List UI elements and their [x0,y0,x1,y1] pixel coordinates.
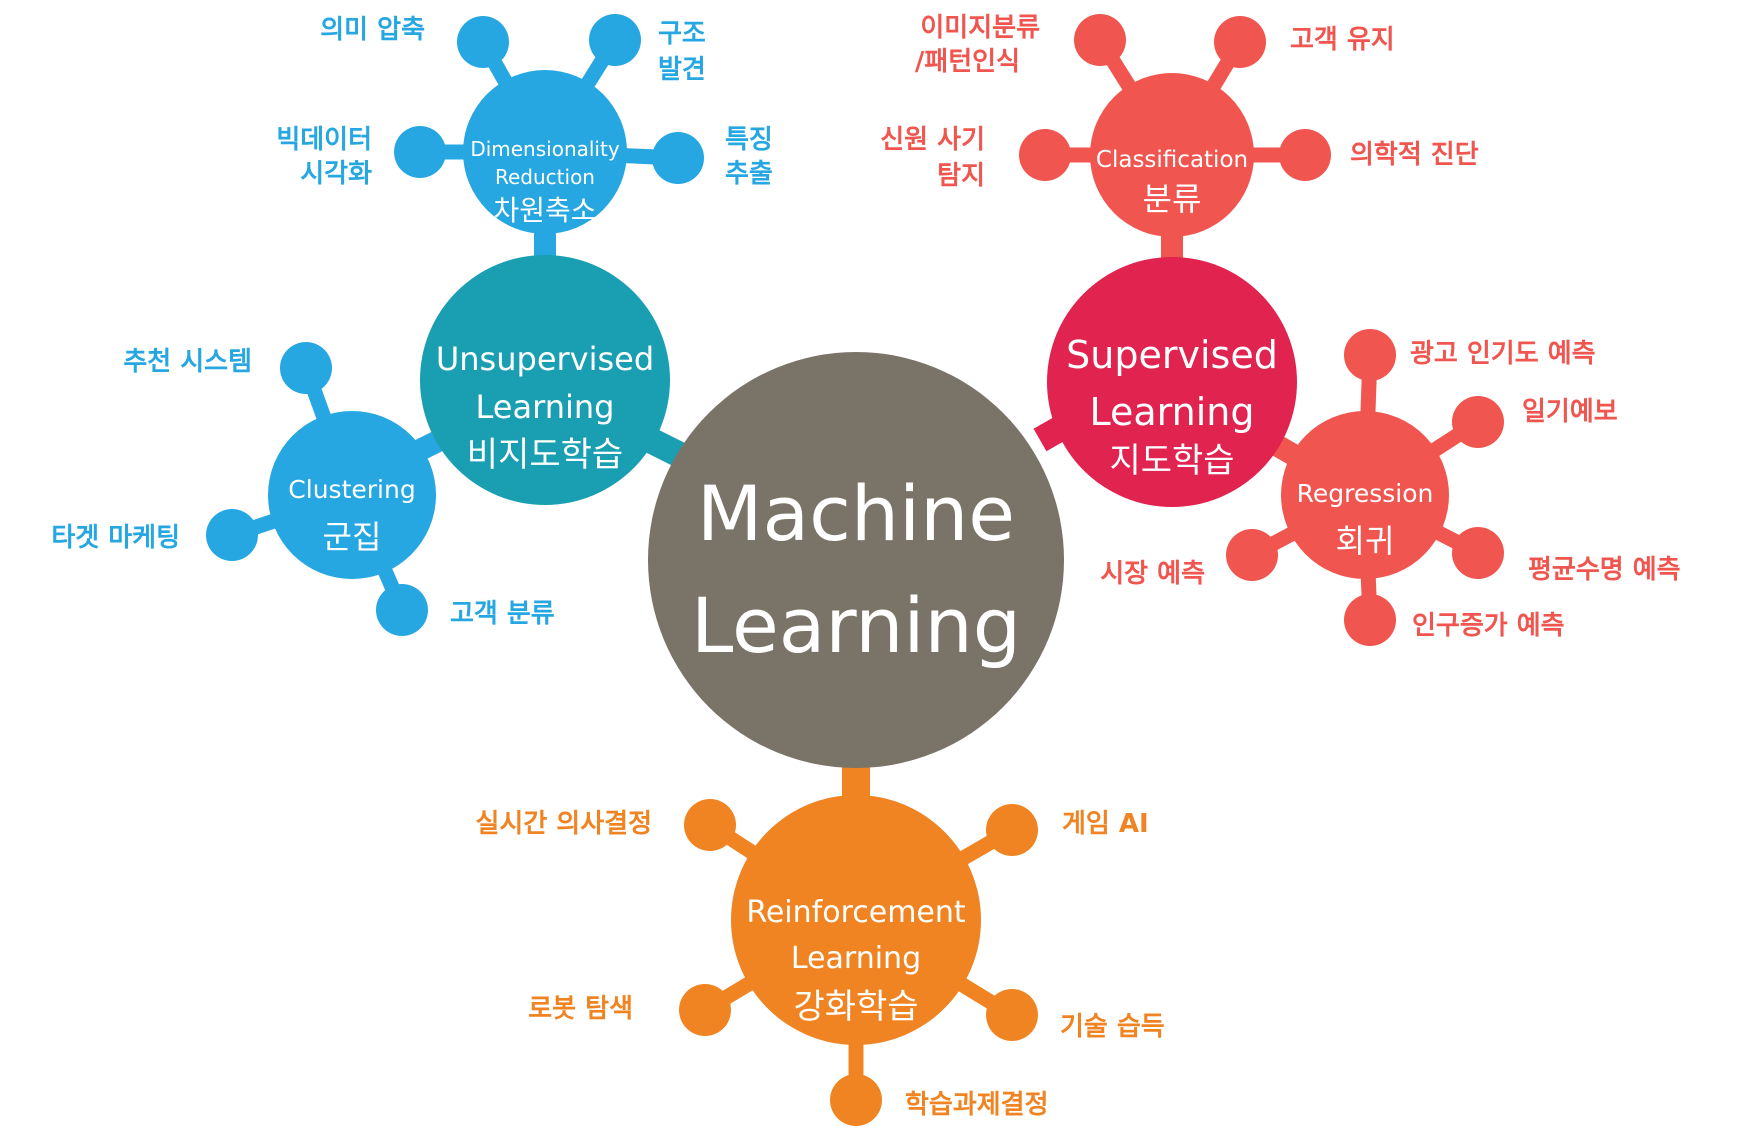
leaf-label-feature-1: 특징 [725,125,773,155]
leaf-dot [652,132,704,184]
leaf-dot [1074,14,1126,66]
unsupervised-node: Unsupervised Learning 비지도학습 [420,255,670,505]
supervised-label-en2: Learning [1090,390,1255,434]
unsupervised-label-en1: Unsupervised [436,340,654,378]
clustering-node: Clustering 군집 [268,411,436,579]
leaf-label-tasks: 학습과제결정 [905,1090,1049,1120]
reinforcement-node: Reinforcement Learning 강화학습 [731,795,981,1045]
regression-node: Regression 회귀 [1281,411,1449,579]
leaf-dot [1214,16,1266,68]
supervised-label-en1: Supervised [1066,333,1278,377]
leaf-label-fraud-1: 신원 사기 [880,125,985,155]
leaf-dot [830,1074,882,1126]
center-node: Machine Learning [648,352,1064,768]
machine-learning-diagram: Dimensionality Reduction 차원축소 Clustering… [51,13,1681,1126]
clustering-label-en: Clustering [288,475,415,504]
dimred-label-en2: Reduction [495,165,595,189]
leaf-dot [1019,129,1071,181]
leaf-dot [376,584,428,636]
leaf-dot [1279,129,1331,181]
reinforcement-label-ko: 강화학습 [793,987,918,1027]
leaf-label-ad: 광고 인기도 예측 [1410,339,1596,369]
unsupervised-label-ko: 비지도학습 [467,435,623,475]
leaf-label-skill: 기술 습득 [1060,1012,1165,1042]
leaf-label-retention: 고객 유지 [1290,25,1395,55]
leaf-label-feature-2: 추출 [725,159,773,189]
supervised-node: Supervised Learning 지도학습 [1047,257,1297,507]
leaf-dot [684,799,736,851]
leaf-label-recommender: 추천 시스템 [123,347,252,377]
leaf-label-diagnostics: 의학적 진단 [1350,140,1479,170]
classification-node: Classification 분류 [1090,73,1254,237]
reinforcement-label-en2: Learning [791,941,921,976]
classification-label-en: Classification [1096,147,1248,173]
leaf-dot [1344,594,1396,646]
regression-label-en: Regression [1297,479,1434,508]
leaf-dot [986,989,1038,1041]
leaf-label-weather: 일기예보 [1522,397,1618,427]
leaf-dot [589,14,641,66]
center-label-line1: Machine [697,469,1015,558]
leaf-label-fraud-2: 탐지 [937,161,985,191]
leaf-label-robot: 로봇 탐색 [528,994,633,1024]
unsupervised-label-en2: Learning [476,388,615,426]
leaf-label-population: 인구증가 예측 [1412,611,1565,641]
leaf-label-realtime: 실시간 의사결정 [476,809,653,839]
leaf-label-image-1: 이미지분류 [920,13,1040,43]
leaf-dot [280,342,332,394]
leaf-dot [1344,329,1396,381]
leaf-label-life: 평균수명 예측 [1528,555,1681,585]
leaf-label-structure-1: 구조 [658,19,706,49]
supervised-label-ko: 지도학습 [1109,441,1234,481]
leaf-label-structure-2: 발견 [658,55,706,85]
leaf-label-target-marketing: 타겟 마케팅 [51,523,180,553]
leaf-label-customer-segmentation: 고객 분류 [450,599,555,629]
leaf-label-image-2: /패턴인식 [915,47,1020,77]
center-circle [648,352,1064,768]
leaf-label-semantic-compression: 의미 압축 [320,15,425,45]
leaf-dot [394,126,446,178]
leaf-dot [206,509,258,561]
regression-label-ko: 회귀 [1336,522,1395,560]
dimred-label-en1: Dimensionality [470,137,620,161]
leaf-label-bigdata-2: 시각화 [300,159,372,189]
center-label-line2: Learning [691,581,1021,670]
leaf-dot [1452,527,1504,579]
leaf-dot [679,984,731,1036]
reinforcement-label-en1: Reinforcement [746,895,966,930]
leaf-dot [1452,396,1504,448]
leaf-dot [986,804,1038,856]
leaf-label-game-ai: 게임 AI [1062,809,1149,839]
dimred-label-ko: 차원축소 [493,194,596,227]
leaf-dot [457,16,509,68]
classification-label-ko: 분류 [1143,180,1202,218]
leaf-label-bigdata-1: 빅데이터 [276,125,372,155]
leaf-dot [1226,529,1278,581]
clustering-label-ko: 군집 [323,518,382,556]
leaf-label-market: 시장 예측 [1100,559,1205,589]
dimred-node: Dimensionality Reduction 차원축소 [463,70,627,234]
